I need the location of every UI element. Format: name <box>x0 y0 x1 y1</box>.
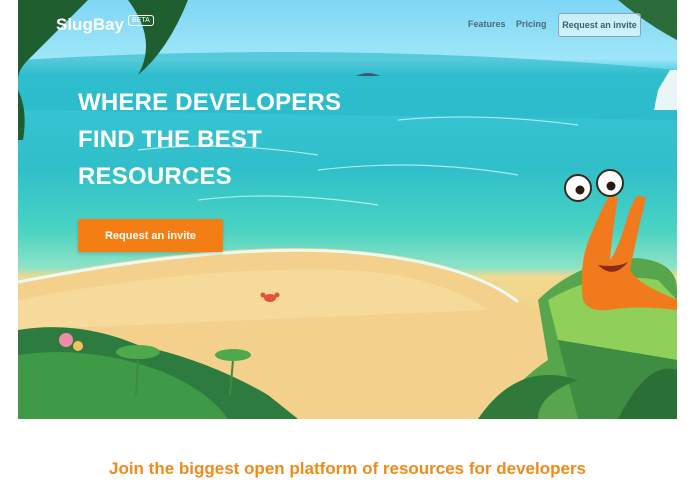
headline-line-1: WHERE DEVELOPERS <box>78 89 342 116</box>
hero-section: SlugBay BETA Features Pricing Request an… <box>18 0 677 419</box>
hero-headline: WHERE DEVELOPERS FIND THE BEST RESOURCES <box>78 84 341 195</box>
headline-line-2: FIND THE BEST <box>78 126 262 153</box>
beta-badge: BETA <box>128 14 154 26</box>
nav-request-invite-button[interactable]: Request an invite <box>558 13 641 37</box>
nav-link-pricing[interactable]: Pricing <box>516 19 547 29</box>
hero-request-invite-button[interactable]: Request an invite <box>78 219 223 252</box>
beach-illustration <box>18 0 677 419</box>
logo-text: SlugBay <box>56 15 125 34</box>
headline-line-3: RESOURCES <box>78 163 232 190</box>
nav-link-features[interactable]: Features <box>468 19 506 29</box>
logo[interactable]: SlugBay BETA <box>56 14 154 35</box>
tagline: Join the biggest open platform of resour… <box>108 459 587 478</box>
